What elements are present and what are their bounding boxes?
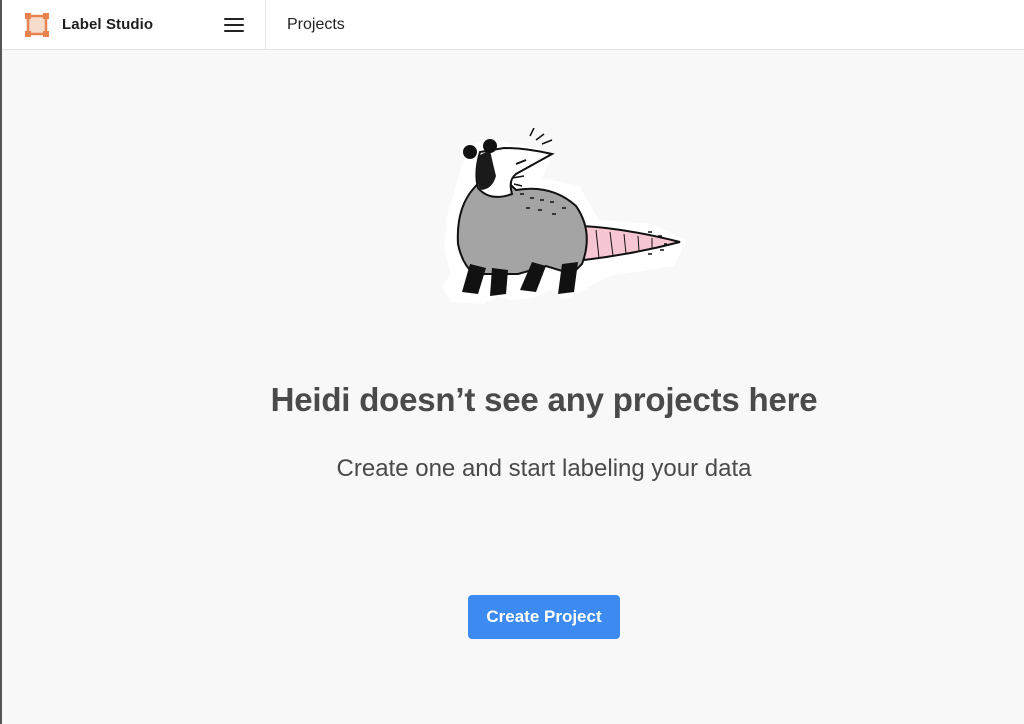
opossum-illustration xyxy=(434,127,690,306)
breadcrumb: Projects xyxy=(287,15,345,33)
brand: Label Studio xyxy=(2,0,266,50)
label-studio-logo-icon[interactable] xyxy=(24,12,50,38)
create-project-button[interactable]: Create Project xyxy=(468,595,620,639)
top-bar: Label Studio Projects xyxy=(2,0,1024,50)
app-name[interactable]: Label Studio xyxy=(62,16,153,33)
empty-state-title: Heidi doesn’t see any projects here xyxy=(270,381,818,418)
hamburger-menu-icon[interactable] xyxy=(224,14,246,36)
empty-state-subtitle: Create one and start labeling your data xyxy=(336,455,752,482)
